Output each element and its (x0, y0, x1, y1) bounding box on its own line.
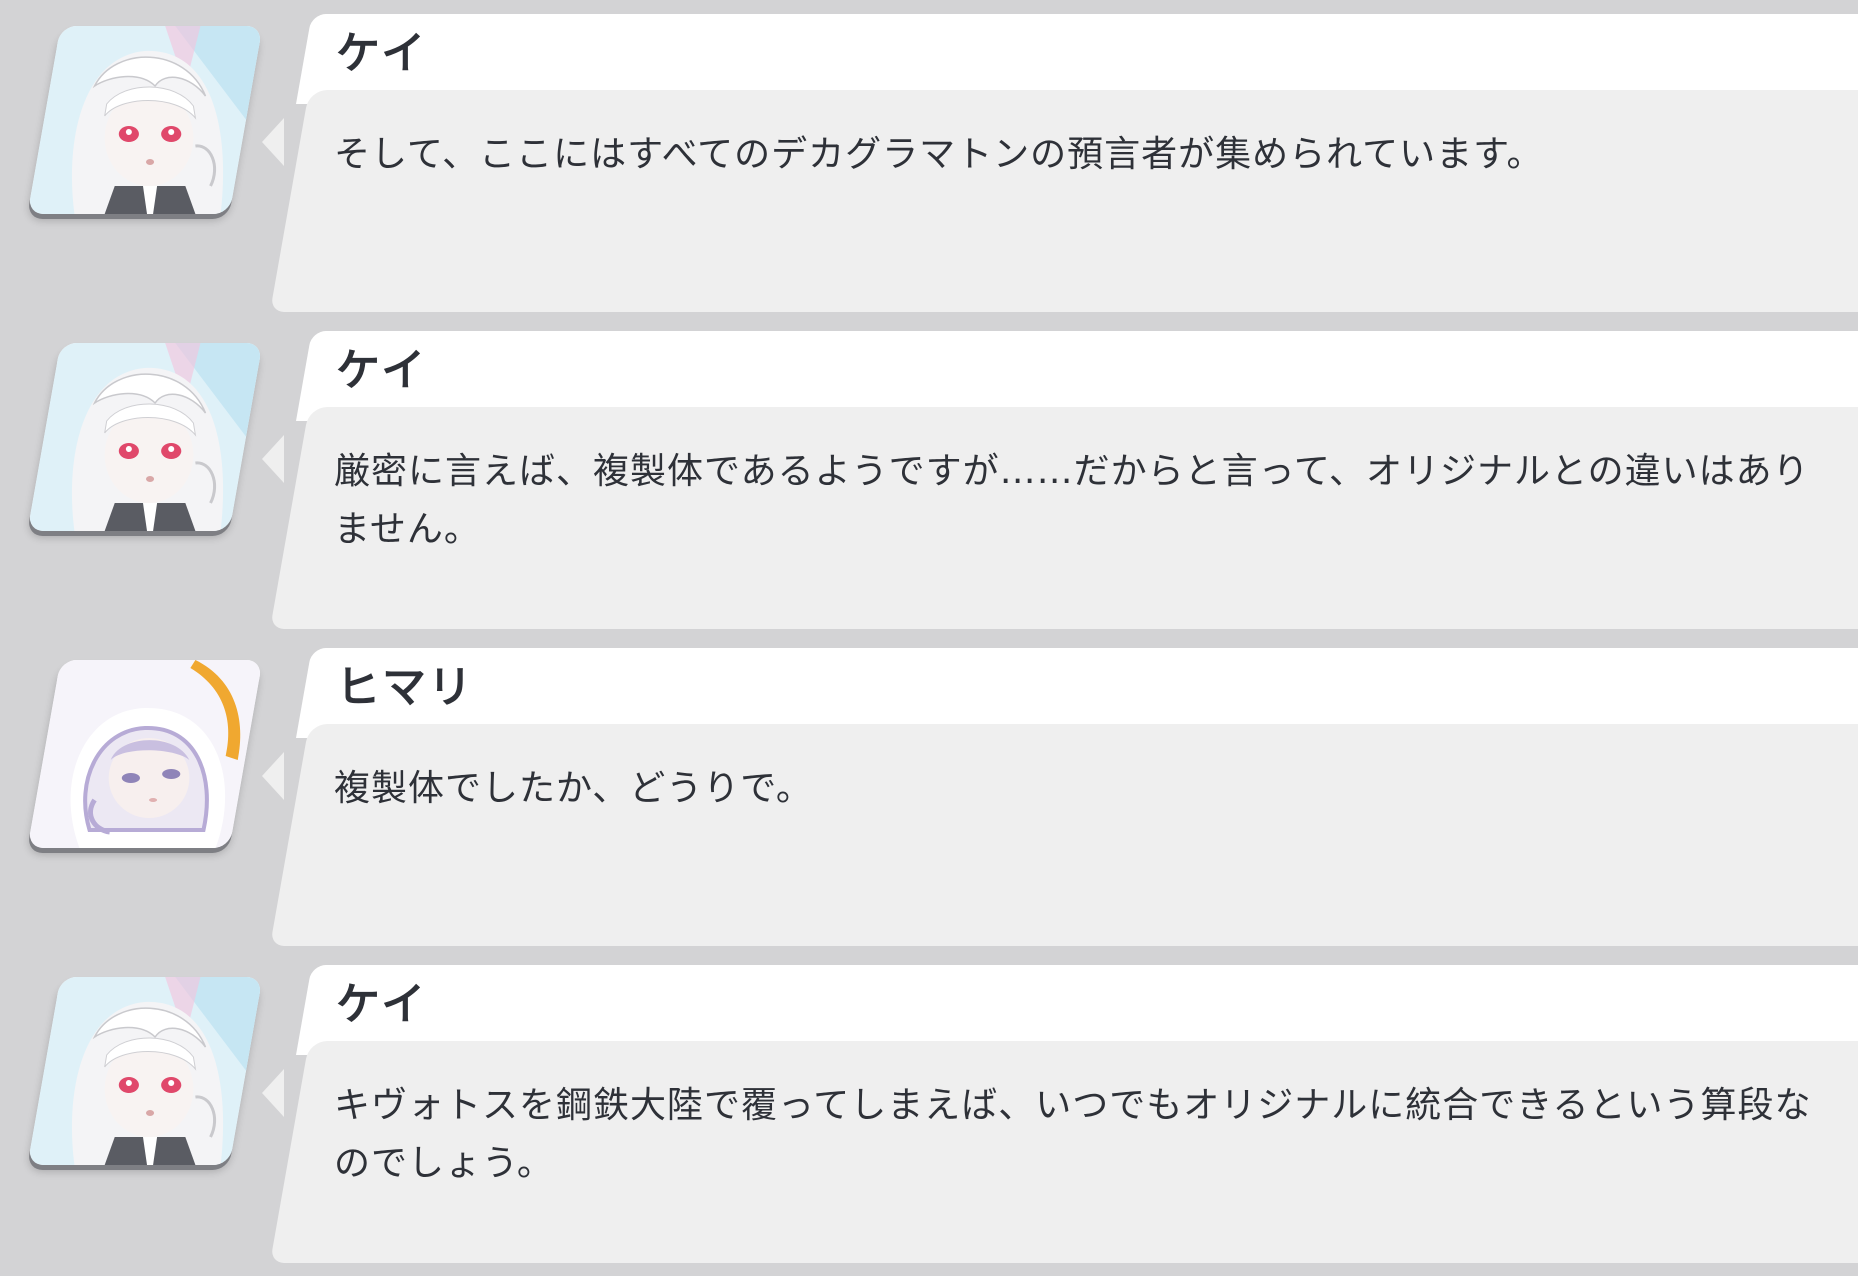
speaker-name: ケイ (336, 345, 428, 396)
log-entry: ケイ キヴォトスを鋼鉄大陸で覆ってしまえば、いつでもオリジナルに統合できるという… (0, 965, 1858, 1267)
dialogue-text: 複製体でしたか、どうりで。 (334, 768, 813, 809)
dialogue-box (270, 90, 1858, 312)
dialogue-box (270, 724, 1858, 946)
speaker-name: ケイ (336, 28, 428, 79)
dialogue-text: キヴォトスを鋼鉄大陸で覆ってしまえば、いつでもオリジナルに統合できるという算段な… (334, 1085, 1812, 1184)
kei-portrait-icon (27, 343, 263, 531)
speaker-name: ケイ (336, 979, 428, 1030)
log-entry: ケイ 厳密に言えば、複製体であるようですが……だからと言って、オリジナルとの違い… (0, 331, 1858, 633)
dialogue-text: そして、ここにはすべてのデカグラマトンの預言者が集められています。 (334, 134, 1544, 175)
speech-tail (262, 435, 284, 483)
kei-portrait-icon (27, 977, 263, 1165)
speech-tail (262, 1069, 284, 1117)
kei-portrait-icon (27, 26, 263, 214)
himari-portrait-icon (27, 660, 263, 848)
dialogue-text: 厳密に言えば、複製体であるようですが……だからと言って、オリジナルとの違いはあり… (334, 451, 1810, 550)
dialogue-log[interactable]: ケイ そして、ここにはすべてのデカグラマトンの預言者が集められています。 ケイ … (0, 0, 1858, 1276)
log-entry: ケイ そして、ここにはすべてのデカグラマトンの預言者が集められています。 (0, 14, 1858, 316)
speech-tail (262, 752, 284, 800)
log-entry: ヒマリ 複製体でしたか、どうりで。 (0, 648, 1858, 950)
speech-tail (262, 118, 284, 166)
speaker-name: ヒマリ (336, 662, 474, 713)
